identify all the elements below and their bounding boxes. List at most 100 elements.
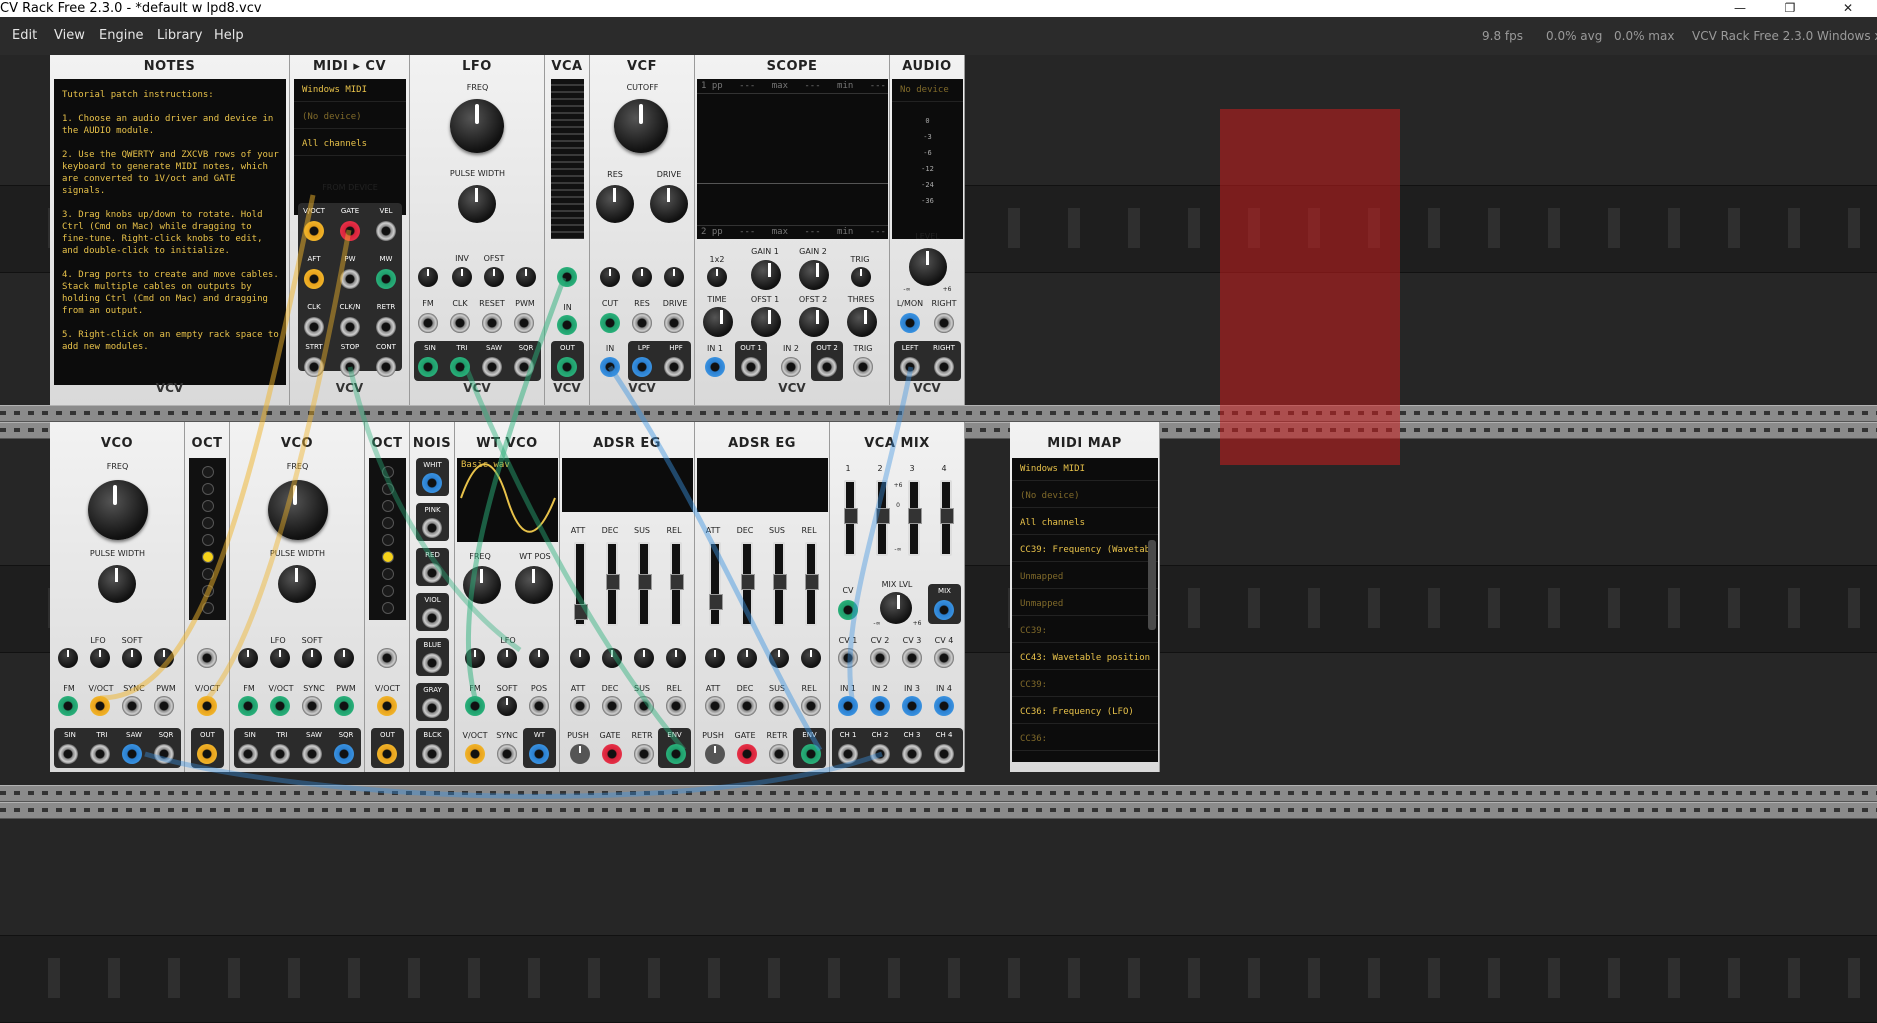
- sync-input-jack[interactable]: [497, 744, 517, 764]
- dec-slider[interactable]: [741, 542, 755, 626]
- freq-knob[interactable]: [463, 566, 501, 604]
- mapping-row[interactable]: Unmapped: [1012, 566, 1158, 589]
- midi-channel[interactable]: All channels: [1012, 512, 1158, 535]
- saw-output-jack[interactable]: [482, 357, 502, 377]
- notes-text[interactable]: Tutorial patch instructions: 1. Choose a…: [62, 89, 280, 353]
- octave-led[interactable]: [382, 602, 394, 614]
- in4-input-jack[interactable]: [934, 696, 954, 716]
- aft-output-jack[interactable]: [304, 269, 324, 289]
- push-button[interactable]: [570, 744, 590, 764]
- midi-channel[interactable]: All channels: [294, 133, 406, 156]
- restore-button[interactable]: ❐: [1770, 0, 1810, 17]
- fm-knob[interactable]: [238, 648, 258, 668]
- dec-input-jack[interactable]: [602, 696, 622, 716]
- ofst-switch[interactable]: [484, 267, 504, 287]
- cv-input-jack[interactable]: [838, 600, 858, 620]
- audio-input-jack[interactable]: [600, 357, 620, 377]
- audio-module[interactable]: AUDIO No device 0 -3 -6 -12 -24 -36 LEVE…: [890, 55, 965, 405]
- sqr-output-jack[interactable]: [334, 744, 354, 764]
- res-attenuator[interactable]: [632, 267, 652, 287]
- octave-led[interactable]: [382, 517, 394, 529]
- reset-input-jack[interactable]: [482, 313, 502, 333]
- voct-input-jack[interactable]: [90, 696, 110, 716]
- fm-input-jack[interactable]: [238, 696, 258, 716]
- lfo-switch[interactable]: [270, 648, 290, 668]
- mix-level-knob[interactable]: [880, 592, 912, 624]
- soft-switch[interactable]: [497, 696, 517, 716]
- cont-output-jack[interactable]: [376, 357, 396, 377]
- env-output-jack[interactable]: [801, 744, 821, 764]
- vact-output-jack[interactable]: [304, 221, 324, 241]
- pink-noise-output-jack[interactable]: [422, 518, 442, 538]
- in1-input-jack[interactable]: [705, 357, 725, 377]
- gate-output-jack[interactable]: [340, 221, 360, 241]
- att-slider[interactable]: [574, 542, 588, 626]
- drive-knob[interactable]: [650, 185, 688, 223]
- tri-output-jack[interactable]: [270, 744, 290, 764]
- mapping-row[interactable]: CC39:: [1012, 620, 1158, 643]
- pwm-input-jack[interactable]: [154, 696, 174, 716]
- fm-input-jack[interactable]: [418, 313, 438, 333]
- voct-input-jack[interactable]: [377, 696, 397, 716]
- sin-output-jack[interactable]: [58, 744, 78, 764]
- push-button[interactable]: [705, 744, 725, 764]
- x2-button[interactable]: [707, 267, 727, 287]
- tri-output-jack[interactable]: [450, 357, 470, 377]
- vco-module[interactable]: VCO FREQ PULSE WIDTH LFO SOFT FM V/OCT S…: [230, 422, 365, 772]
- octave-led[interactable]: [202, 517, 214, 529]
- menu-edit[interactable]: Edit: [12, 28, 37, 43]
- mw-output-jack[interactable]: [376, 269, 396, 289]
- att-input-jack[interactable]: [570, 696, 590, 716]
- sus-input-jack[interactable]: [634, 696, 654, 716]
- sqr-output-jack[interactable]: [154, 744, 174, 764]
- trig-button[interactable]: [851, 267, 871, 287]
- close-button[interactable]: ✕: [1828, 0, 1868, 17]
- mapping-row[interactable]: CC39:: [1012, 674, 1158, 697]
- soft-switch[interactable]: [122, 648, 142, 668]
- octave-led[interactable]: [202, 534, 214, 546]
- sus-slider[interactable]: [638, 542, 652, 626]
- right-output-jack[interactable]: [934, 357, 954, 377]
- oct-cv-input-jack[interactable]: [377, 648, 397, 668]
- vca-module[interactable]: VCA IN OUT VCV: [545, 55, 590, 405]
- minimize-button[interactable]: —: [1720, 0, 1760, 17]
- pwm-input-jack[interactable]: [334, 696, 354, 716]
- midi-cv-module[interactable]: MIDI ▸ CV Windows MIDI (No device) All c…: [290, 55, 410, 405]
- clk-input-jack[interactable]: [450, 313, 470, 333]
- freq-knob[interactable]: [268, 480, 328, 540]
- octave-led[interactable]: [202, 602, 214, 614]
- inv-switch[interactable]: [452, 267, 472, 287]
- mapping-row[interactable]: CC36:: [1012, 728, 1158, 751]
- octave-led-active[interactable]: [202, 551, 214, 563]
- tri-output-jack[interactable]: [90, 744, 110, 764]
- att-slider[interactable]: [709, 542, 723, 626]
- mapping-row[interactable]: Unmapped: [1012, 593, 1158, 616]
- in2-input-jack[interactable]: [870, 696, 890, 716]
- in-input-jack[interactable]: [557, 315, 577, 335]
- dec-cv-knob[interactable]: [737, 648, 757, 668]
- menu-help[interactable]: Help: [214, 28, 244, 43]
- cut-attenuator[interactable]: [600, 267, 620, 287]
- drive-input-jack[interactable]: [664, 313, 684, 333]
- lfo-module[interactable]: LFO FREQ PULSE WIDTH INV OFST FM CLK RES…: [410, 55, 545, 405]
- out1-output-jack[interactable]: [741, 357, 761, 377]
- ch3-output-jack[interactable]: [902, 744, 922, 764]
- cutoff-knob[interactable]: [614, 99, 668, 153]
- lfo-switch[interactable]: [497, 648, 517, 668]
- retr-output-jack[interactable]: [376, 317, 396, 337]
- gate-input-jack[interactable]: [602, 744, 622, 764]
- clk-output-jack[interactable]: [304, 317, 324, 337]
- pw-output-jack[interactable]: [340, 269, 360, 289]
- red-noise-output-jack[interactable]: [422, 563, 442, 583]
- fm-knob[interactable]: [58, 648, 78, 668]
- violet-noise-output-jack[interactable]: [422, 608, 442, 628]
- in3-input-jack[interactable]: [902, 696, 922, 716]
- rel-input-jack[interactable]: [666, 696, 686, 716]
- ch1-output-jack[interactable]: [838, 744, 858, 764]
- channel-4-slider[interactable]: [940, 480, 954, 556]
- midi-driver[interactable]: Windows MIDI: [294, 79, 406, 102]
- env-output-jack[interactable]: [666, 744, 686, 764]
- midi-device[interactable]: (No device): [1012, 485, 1158, 508]
- pulse-width-knob[interactable]: [278, 565, 316, 603]
- time-knob[interactable]: [703, 307, 733, 337]
